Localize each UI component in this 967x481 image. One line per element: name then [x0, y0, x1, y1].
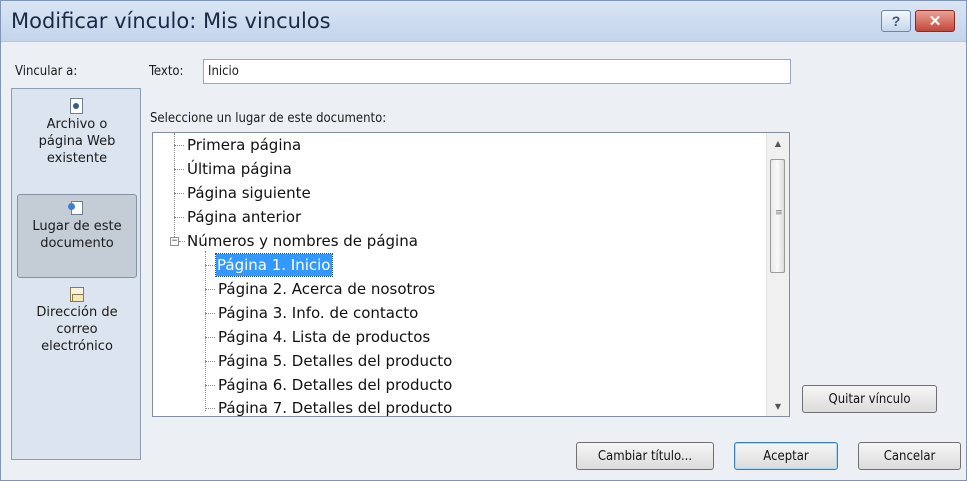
remove-link-button[interactable]: Quitar vínculo: [802, 385, 937, 413]
tree-item-label: Página 7. Detalles del producto: [218, 399, 453, 417]
tree-item-label: Página 5. Detalles del producto: [218, 352, 453, 370]
scroll-grip-icon: ≡: [775, 208, 783, 218]
tree-item-label: Página 1. Inicio: [215, 253, 333, 277]
tree-scrollbar[interactable]: ▲ ≡ ▼: [766, 133, 789, 416]
text-to-display-input[interactable]: Inicio: [203, 59, 791, 84]
link-to-place-in-document[interactable]: Lugar de este documento: [17, 194, 137, 278]
link-to-email-label-2: correo: [56, 322, 98, 337]
collapse-icon[interactable]: −: [170, 237, 179, 246]
scroll-down-icon[interactable]: ▼: [767, 396, 789, 416]
link-to-existing-file[interactable]: Archivo o página Web existente: [17, 95, 137, 190]
close-button[interactable]: ✕: [915, 10, 955, 32]
tree-item-selected[interactable]: Página 1. Inicio: [194, 253, 554, 278]
link-to-place-label-2: documento: [40, 236, 114, 251]
web-page-icon: [69, 97, 85, 115]
email-address-icon: [69, 285, 85, 303]
help-button[interactable]: ?: [881, 10, 911, 32]
scroll-up-icon[interactable]: ▲: [767, 133, 789, 153]
dialog-title: Modificar vínculo: Mis vinculos: [11, 9, 331, 33]
tree-item-label: Página 2. Acerca de nosotros: [218, 280, 436, 298]
change-title-button[interactable]: Cambiar título...: [576, 442, 714, 470]
tree-item-expanded[interactable]: − Números y nombres de página: [163, 230, 563, 254]
link-to-existing-file-label-2: página Web: [38, 134, 116, 149]
link-to-label: Vincular a:: [15, 64, 78, 79]
place-list-label: Seleccione un lugar de este documento:: [150, 111, 387, 126]
tree-connector: [174, 133, 175, 241]
tree-item-label: Primera página: [187, 136, 302, 154]
link-to-existing-file-label-3: existente: [46, 151, 108, 166]
scroll-thumb[interactable]: ≡: [770, 159, 785, 273]
place-in-document-icon: [68, 199, 85, 217]
place-in-document-tree[interactable]: Primera página Última página Página sigu…: [152, 132, 790, 417]
edit-hyperlink-dialog: Modificar vínculo: Mis vinculos ? ✕ Vinc…: [0, 0, 967, 481]
link-to-email-address[interactable]: Dirección de correo electrónico: [17, 283, 137, 373]
tree-item-label: Página 6. Detalles del producto: [218, 376, 453, 394]
tree-item-label: Página anterior: [187, 208, 302, 226]
link-to-email-label-1: Dirección de: [36, 305, 118, 320]
title-bar[interactable]: Modificar vínculo: Mis vinculos ? ✕: [1, 1, 966, 42]
tree-item-label: Página 4. Lista de productos: [218, 328, 431, 346]
ok-button[interactable]: Aceptar: [734, 442, 838, 470]
close-icon: ✕: [928, 13, 942, 30]
tree-item-label: Números y nombres de página: [187, 232, 418, 250]
tree-item-label: Última página: [187, 160, 292, 178]
link-to-panel: Archivo o página Web existente Lugar de …: [11, 88, 141, 460]
cancel-button[interactable]: Cancelar: [858, 442, 961, 470]
link-to-place-label-1: Lugar de este: [32, 219, 122, 234]
tree-item-label: Página 3. Info. de contacto: [218, 304, 419, 322]
link-to-existing-file-label-1: Archivo o: [46, 117, 108, 132]
tree-item-label: Página siguiente: [187, 184, 311, 202]
link-to-email-label-3: electrónico: [41, 339, 113, 354]
help-icon: ?: [891, 13, 901, 29]
text-to-display-label: Texto:: [149, 64, 184, 79]
